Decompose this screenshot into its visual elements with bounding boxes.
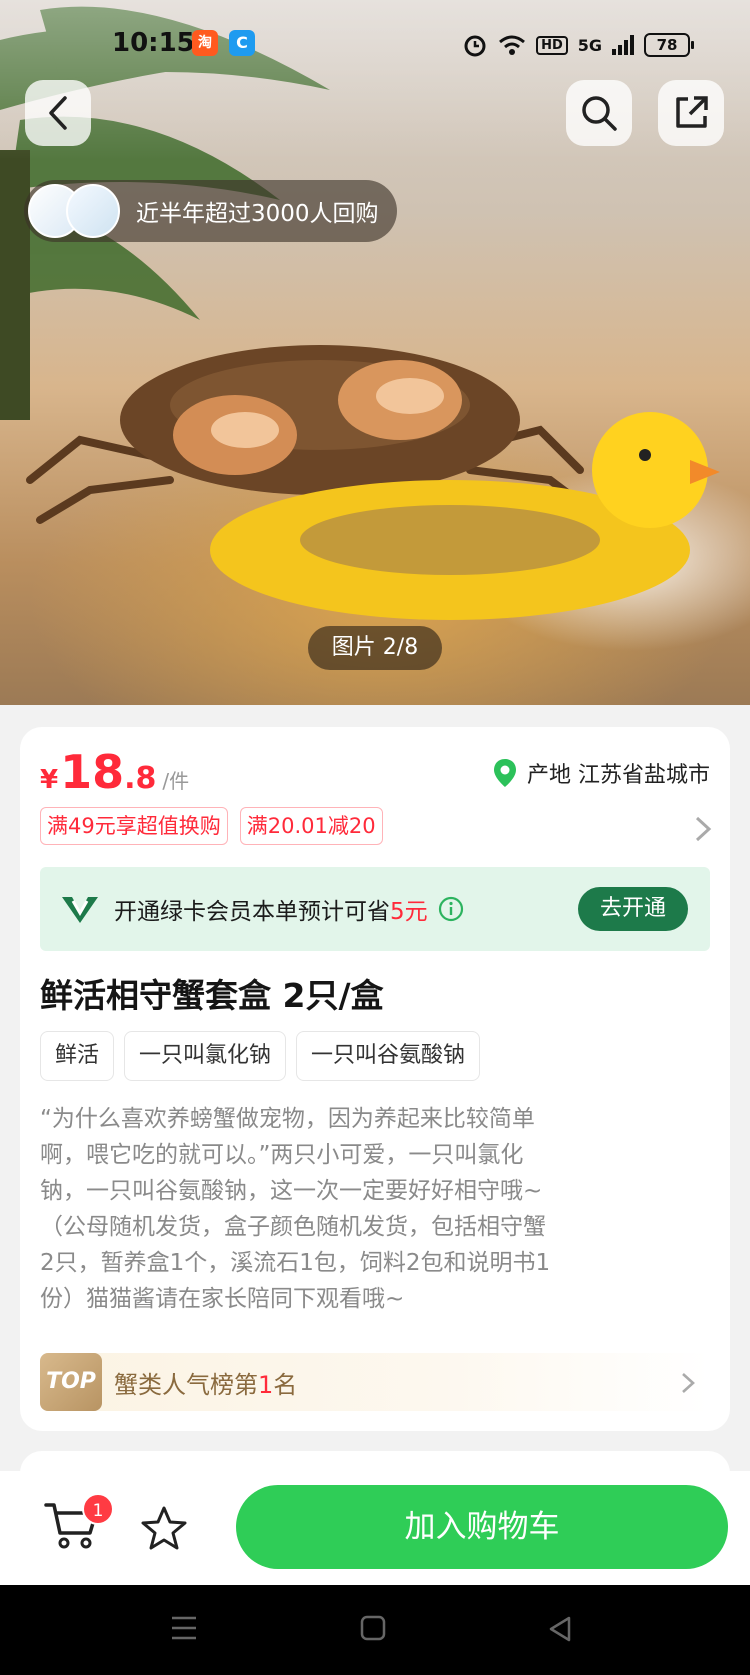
chevron-left-icon — [49, 96, 67, 130]
back-button[interactable] — [25, 80, 91, 146]
search-button[interactable] — [566, 80, 632, 146]
origin-info: 产地 江苏省盐城市 — [493, 757, 710, 789]
member-savings: 5元 — [390, 899, 428, 925]
price-decimal: .8 — [124, 761, 157, 796]
member-banner[interactable]: 开通绿卡会员本单预计可省5元 去开通 — [40, 867, 710, 951]
share-icon — [676, 96, 708, 128]
product-tags: 鲜活 一只叫氯化钠 一只叫谷氨酸钠 — [40, 1031, 481, 1081]
search-icon — [582, 96, 617, 131]
description-line: “为什么喜欢养螃蟹做宠物，因为养起来比较简单 — [40, 1106, 535, 1132]
cart-count-badge: 1 — [82, 1493, 114, 1525]
description-line: 啊，喂它吃的就可以。”两只小可爱，一只叫氯化 — [40, 1142, 524, 1168]
app-notification-icon: C — [229, 30, 255, 56]
product-tag[interactable]: 一只叫谷氨酸钠 — [296, 1031, 481, 1081]
description-line: 钠，一只叫谷氨酸钠，这一次一定要好好相守哦~ — [40, 1178, 543, 1204]
add-to-cart-button[interactable]: 加入购物车 — [236, 1485, 728, 1569]
wifi-icon — [499, 35, 526, 55]
location-pin-icon — [494, 759, 516, 787]
bottom-action-bar: 1 加入购物车 — [0, 1471, 750, 1585]
system-navigation-bar — [0, 1585, 750, 1675]
repurchase-badge: 近半年超过3000人回购 — [24, 180, 397, 242]
home-icon[interactable] — [360, 1615, 386, 1641]
avatar — [66, 184, 120, 238]
duck-float-photo — [210, 412, 720, 620]
green-card-v-icon — [62, 897, 98, 923]
open-membership-button[interactable]: 去开通 — [578, 887, 688, 931]
signal-label: 5G — [577, 35, 602, 55]
product-tag[interactable]: 一只叫氯化钠 — [124, 1031, 287, 1081]
taobao-app-icon: 淘 — [192, 30, 218, 56]
back-triangle-icon[interactable] — [547, 1615, 573, 1643]
ranking-text: 蟹类人气榜第1名 — [114, 1370, 298, 1399]
status-time: 10:15 — [112, 28, 195, 58]
chevron-right-icon — [682, 1373, 695, 1393]
description-line: （公母随机发货，盒子颜色随机发货，包括相守蟹 — [40, 1214, 546, 1240]
price-integer: 18 — [60, 745, 125, 799]
top-badge: TOP — [40, 1353, 102, 1411]
status-bar: 10:15 淘 C HD 5G 78 — [0, 20, 750, 70]
info-icon[interactable] — [438, 896, 464, 922]
promotion-list[interactable]: 满49元享超值换购 满20.01减20 — [40, 807, 383, 845]
price-currency: ¥ — [40, 765, 59, 795]
price-unit: /件 — [162, 769, 190, 793]
member-text: 开通绿卡会员本单预计可省5元 — [114, 899, 428, 925]
price: ¥ 18 .8 /件 — [40, 745, 189, 805]
rank-number: 1 — [258, 1370, 274, 1399]
alarm-icon — [464, 35, 486, 57]
product-image[interactable]: 10:15 淘 C HD 5G 78 近半年超过3000人回购 图片 2/8 — [0, 0, 750, 705]
ranking-banner[interactable]: TOP 蟹类人气榜第1名 — [40, 1353, 710, 1411]
image-counter: 图片 2/8 — [308, 626, 442, 670]
origin-label: 产地 江苏省盐城市 — [527, 763, 710, 788]
share-button[interactable] — [658, 80, 724, 146]
product-title: 鲜活相守蟹套盒 2只/盒 — [40, 976, 384, 1015]
product-info-card: ¥ 18 .8 /件 产地 江苏省盐城市 满49元享超值换购 满20.01减20… — [20, 727, 730, 1431]
promo-tag[interactable]: 满49元享超值换购 — [40, 807, 228, 845]
product-description: “为什么喜欢养螃蟹做宠物，因为养起来比较简单 啊，喂它吃的就可以。”两只小可爱，… — [40, 1101, 710, 1317]
chevron-right-icon[interactable] — [694, 815, 712, 843]
buyer-avatars — [28, 184, 120, 238]
hd-indicator: HD — [536, 35, 568, 55]
product-tag[interactable]: 鲜活 — [40, 1031, 115, 1081]
menu-icon[interactable] — [170, 1615, 198, 1641]
star-favorite-icon[interactable] — [140, 1505, 188, 1551]
promo-tag[interactable]: 满20.01减20 — [239, 807, 383, 845]
battery-indicator: 78 — [644, 33, 694, 57]
description-line: 2只，暂养盒1个，溪流石1包，饲料2包和说明书1 — [40, 1250, 551, 1276]
repurchase-text: 近半年超过3000人回购 — [136, 201, 379, 227]
description-line: 份）猫猫酱请在家长陪同下观看哦~ — [40, 1286, 405, 1312]
signal-icon — [612, 35, 634, 55]
